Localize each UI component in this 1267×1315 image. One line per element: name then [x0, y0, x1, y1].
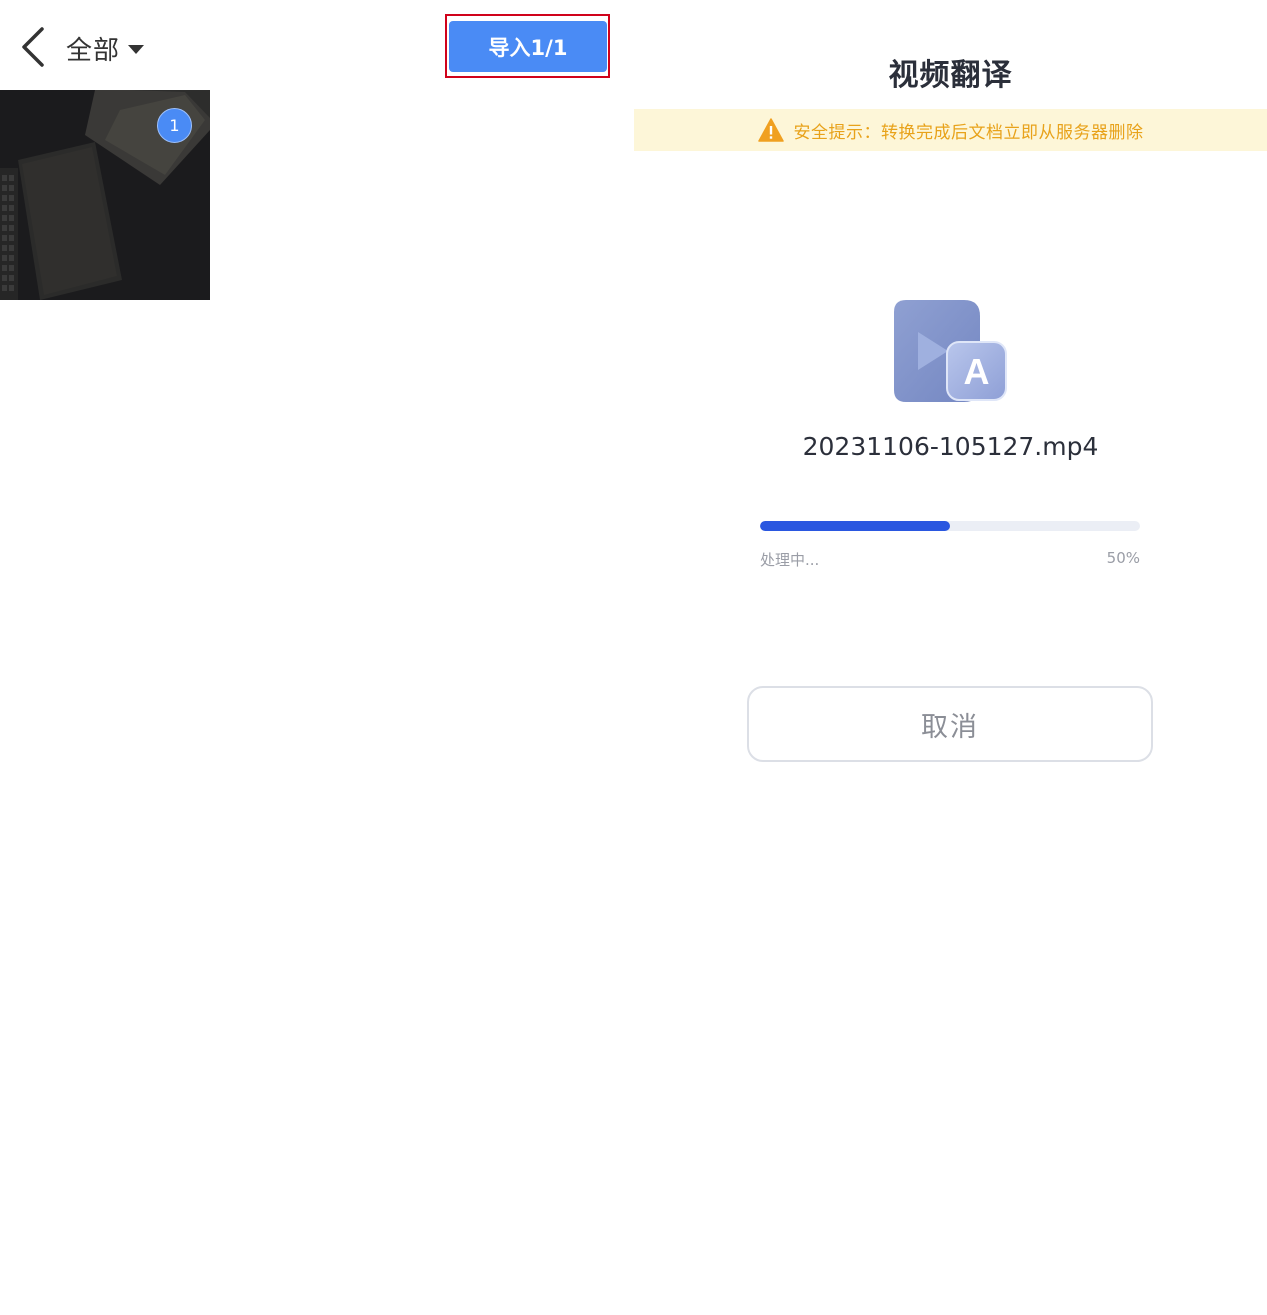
warning-icon: [757, 118, 784, 142]
album-label: 全部: [66, 35, 121, 66]
cancel-button[interactable]: 取消: [747, 686, 1153, 762]
svg-text:A: A: [964, 351, 990, 392]
file-name: 20231106-105127.mp4: [802, 432, 1099, 461]
selection-count-badge[interactable]: 1: [157, 108, 192, 143]
page-title: 视频翻译: [888, 58, 1013, 93]
security-banner: 安全提示：转换完成后文档立即从服务器删除: [634, 109, 1267, 151]
progress-status: 处理中...: [760, 551, 820, 569]
progress-percent: 50%: [1106, 549, 1140, 567]
back-button[interactable]: [14, 24, 54, 70]
video-translate-panel: 视频翻译 安全提示：转换完成后文档立即从服务器删除 A 20231106-105…: [634, 0, 1267, 1315]
album-selector[interactable]: 全部: [66, 28, 145, 68]
caret-down-icon: [128, 44, 145, 54]
import-button[interactable]: 导入1/1: [449, 21, 607, 72]
progress-bar-fill: [760, 521, 950, 531]
security-notice: 安全提示：转换完成后文档立即从服务器删除: [793, 122, 1144, 143]
chevron-left-icon: [22, 27, 44, 67]
screen: 全部 导入1/1 1 视频翻译 安全提示：转换完成后文档立即从服务器删除 A 2…: [0, 0, 1267, 1315]
progress-bar: [760, 521, 1140, 531]
video-translate-icon: A: [894, 300, 1007, 402]
media-picker-panel: 全部 导入1/1 1: [0, 0, 634, 1315]
